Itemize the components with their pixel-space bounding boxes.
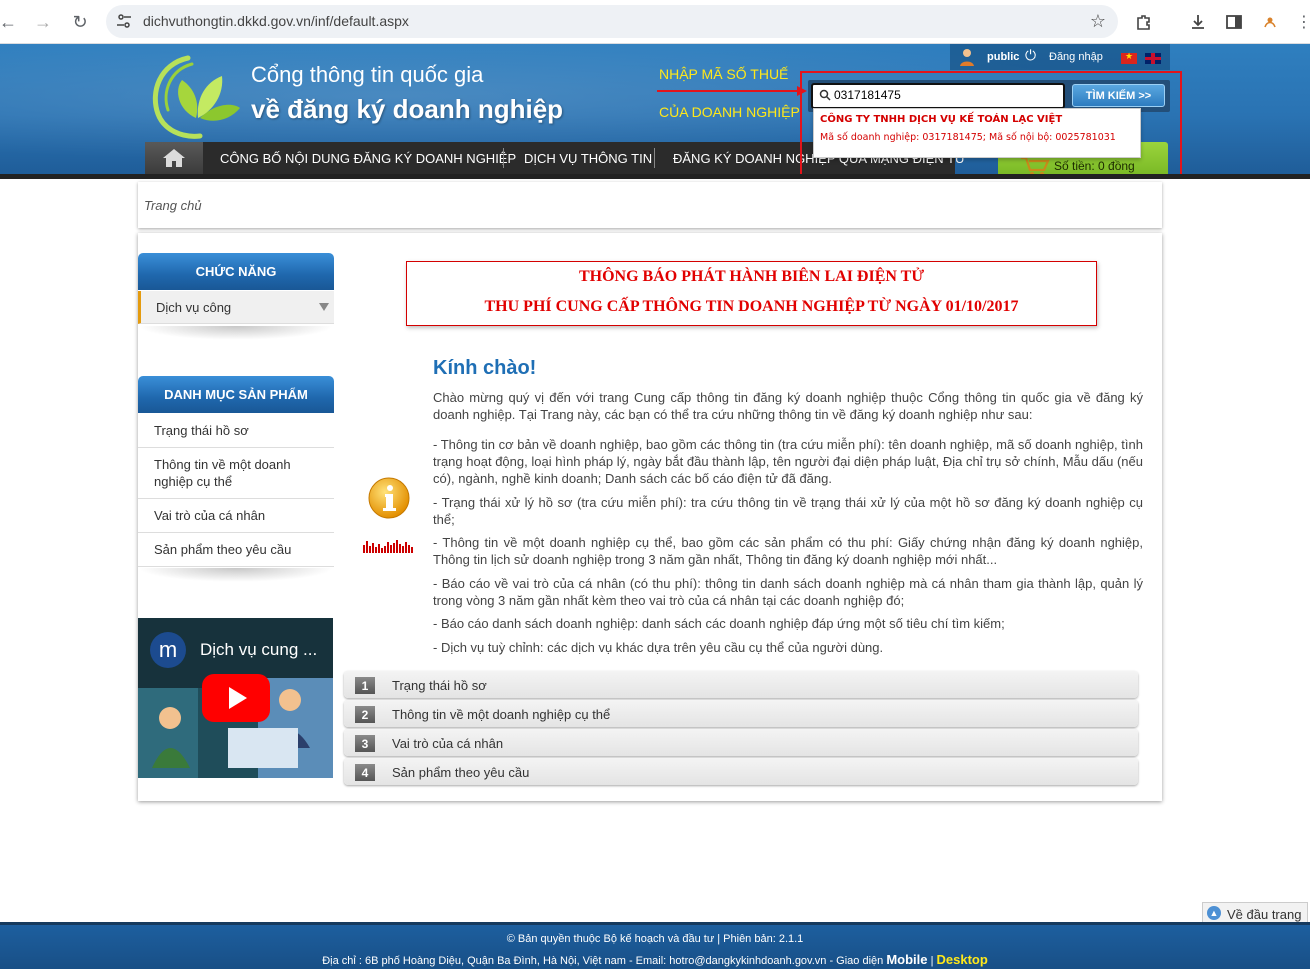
profile-icon[interactable] bbox=[1258, 10, 1282, 34]
functions-selected-value: Dịch vụ công bbox=[156, 300, 232, 315]
notice-line2: THU PHÍ CUNG CẤP THÔNG TIN DOANH NGHIỆP … bbox=[484, 298, 1019, 315]
download-icon[interactable] bbox=[1186, 10, 1210, 34]
back-to-top-button[interactable]: ▲ Về đầu trang bbox=[1202, 902, 1308, 924]
portal-title-line2: về đăng ký doanh nghiệp bbox=[251, 94, 564, 124]
arrow-up-icon: ▲ bbox=[1207, 906, 1221, 920]
channel-logo[interactable]: m bbox=[150, 632, 186, 668]
menu-divider bbox=[654, 148, 655, 168]
bullet-file-status: - Trạng thái xử lý hồ sơ (tra cứu miễn p… bbox=[433, 495, 1143, 527]
desktop-link[interactable]: Desktop bbox=[937, 952, 988, 967]
mobile-link[interactable]: Mobile bbox=[886, 952, 927, 967]
bullet-personal-role: - Báo cáo về vai trò của cá nhân (có thu… bbox=[433, 576, 1143, 608]
menu-item-publish[interactable]: CÔNG BỐ NỘI DUNG ĐĂNG KÝ DOANH NGHIỆP bbox=[220, 142, 516, 174]
vietnam-flag-icon[interactable] bbox=[1121, 51, 1137, 64]
arrow-right-icon bbox=[657, 86, 807, 96]
home-icon bbox=[163, 149, 185, 167]
panel-shadow bbox=[138, 326, 334, 340]
step-number: 3 bbox=[355, 735, 375, 752]
extensions-icon[interactable] bbox=[1132, 10, 1156, 34]
site-footer: © Bản quyền thuộc Bộ kế hoạch và đầu tư … bbox=[0, 922, 1310, 969]
intro-video[interactable]: m Dịch vụ cung ... bbox=[138, 618, 333, 778]
panel-shadow bbox=[138, 568, 334, 582]
uk-flag-icon[interactable] bbox=[1145, 53, 1161, 64]
footer-separator: | bbox=[927, 955, 937, 967]
reload-icon[interactable]: ↻ bbox=[68, 10, 92, 34]
portal-title-line1: Cổng thông tin quốc gia bbox=[251, 62, 484, 87]
sidebar-item-personal-role[interactable]: Vai trò của cá nhân bbox=[138, 499, 334, 533]
footer-copyright: © Bản quyền thuộc Bộ kế hoạch và đầu tư … bbox=[506, 933, 804, 945]
url-text: dichvuthongtin.dkkd.gov.vn/inf/default.a… bbox=[143, 13, 409, 29]
user-bar: public ⏻ Đăng nhập bbox=[950, 44, 1170, 70]
menu-icon[interactable]: ⋮ bbox=[1292, 10, 1310, 34]
menu-divider bbox=[503, 148, 504, 168]
sidebar-item-status[interactable]: Trạng thái hồ sơ bbox=[138, 413, 334, 448]
bookmark-star-icon[interactable]: ☆ bbox=[1090, 11, 1106, 32]
side-panel-icon[interactable] bbox=[1222, 10, 1246, 34]
step-number: 1 bbox=[355, 677, 375, 694]
info-icon bbox=[368, 477, 410, 519]
step-label: Vai trò của cá nhân bbox=[392, 736, 504, 751]
tax-code-hint-line1: NHẬP MÃ SỐ THUẾ bbox=[659, 66, 789, 82]
sidebar-item-company-info[interactable]: Thông tin về một doanh nghiệp cụ thể bbox=[138, 448, 334, 499]
intro-text: Chào mừng quý vị đến với trang Cung cấp … bbox=[433, 390, 1143, 422]
step-item[interactable]: 2 Thông tin về một doanh nghiệp cụ thể bbox=[344, 700, 1138, 727]
back-icon[interactable]: ← bbox=[0, 10, 20, 34]
browser-toolbar: ← → ↻ dichvuthongtin.dkkd.gov.vn/inf/def… bbox=[0, 0, 1310, 44]
bullet-company-list: - Báo cáo danh sách doanh nghiệp: danh s… bbox=[433, 616, 1005, 631]
tax-code-hint-line2: CỦA DOANH NGHIỆP bbox=[659, 104, 800, 120]
play-icon[interactable] bbox=[202, 674, 270, 722]
breadcrumb: Trang chủ bbox=[138, 182, 1162, 228]
power-icon[interactable]: ⏻ bbox=[1025, 47, 1036, 64]
site-info-icon[interactable] bbox=[116, 13, 132, 29]
bullet-company-info: - Thông tin về một doanh nghiệp cụ thể, … bbox=[433, 535, 1143, 567]
notice-box[interactable]: THÔNG BÁO PHÁT HÀNH BIÊN LAI ĐIỆN TỬ THU… bbox=[406, 261, 1097, 326]
back-to-top-label: Về đầu trang bbox=[1227, 907, 1302, 922]
home-button[interactable] bbox=[145, 142, 203, 174]
sidebar-item-custom-product[interactable]: Sản phẩm theo yêu cầu bbox=[138, 533, 334, 567]
footer-address-text: Địa chỉ : 6B phố Hoàng Diệu, Quận Ba Đìn… bbox=[322, 955, 887, 967]
user-icon bbox=[960, 49, 974, 66]
functions-select[interactable]: Dịch vụ công bbox=[138, 291, 334, 324]
step-label: Sản phẩm theo yêu cầu bbox=[392, 765, 530, 780]
products-panel-title: DANH MỤC SẢN PHẨM bbox=[138, 376, 334, 413]
bullet-custom-service: - Dịch vụ tuỳ chỉnh: các dịch vụ khác dự… bbox=[433, 640, 884, 655]
step-number: 4 bbox=[355, 764, 375, 781]
address-bar[interactable]: dichvuthongtin.dkkd.gov.vn/inf/default.a… bbox=[106, 5, 1118, 38]
step-item[interactable]: 1 Trạng thái hồ sơ bbox=[344, 671, 1138, 698]
video-title[interactable]: Dịch vụ cung ... bbox=[200, 640, 317, 660]
user-name: public bbox=[987, 51, 1020, 63]
bullet-basic-info: - Thông tin cơ bản về doanh nghiệp, bao … bbox=[433, 437, 1143, 486]
footer-address: Địa chỉ : 6B phố Hoàng Diệu, Quận Ba Đìn… bbox=[0, 952, 1310, 967]
step-label: Thông tin về một doanh nghiệp cụ thể bbox=[392, 707, 611, 722]
step-label: Trạng thái hồ sơ bbox=[392, 678, 487, 693]
step-number: 2 bbox=[355, 706, 375, 723]
functions-panel-title: CHỨC NĂNG bbox=[138, 253, 334, 290]
menu-item-info-service[interactable]: DỊCH VỤ THÔNG TIN bbox=[524, 142, 652, 174]
sound-wave-icon bbox=[363, 540, 413, 553]
forward-icon[interactable]: → bbox=[31, 10, 55, 34]
step-item[interactable]: 4 Sản phẩm theo yêu cầu bbox=[344, 758, 1138, 785]
step-item[interactable]: 3 Vai trò của cá nhân bbox=[344, 729, 1138, 756]
notice-line1: THÔNG BÁO PHÁT HÀNH BIÊN LAI ĐIỆN TỬ bbox=[578, 268, 925, 285]
login-link[interactable]: Đăng nhập bbox=[1049, 51, 1103, 63]
chevron-down-icon[interactable] bbox=[319, 303, 329, 311]
greeting-heading: Kính chào! bbox=[433, 357, 537, 379]
breadcrumb-home[interactable]: Trang chủ bbox=[144, 198, 202, 213]
portal-logo-icon[interactable] bbox=[148, 52, 244, 142]
